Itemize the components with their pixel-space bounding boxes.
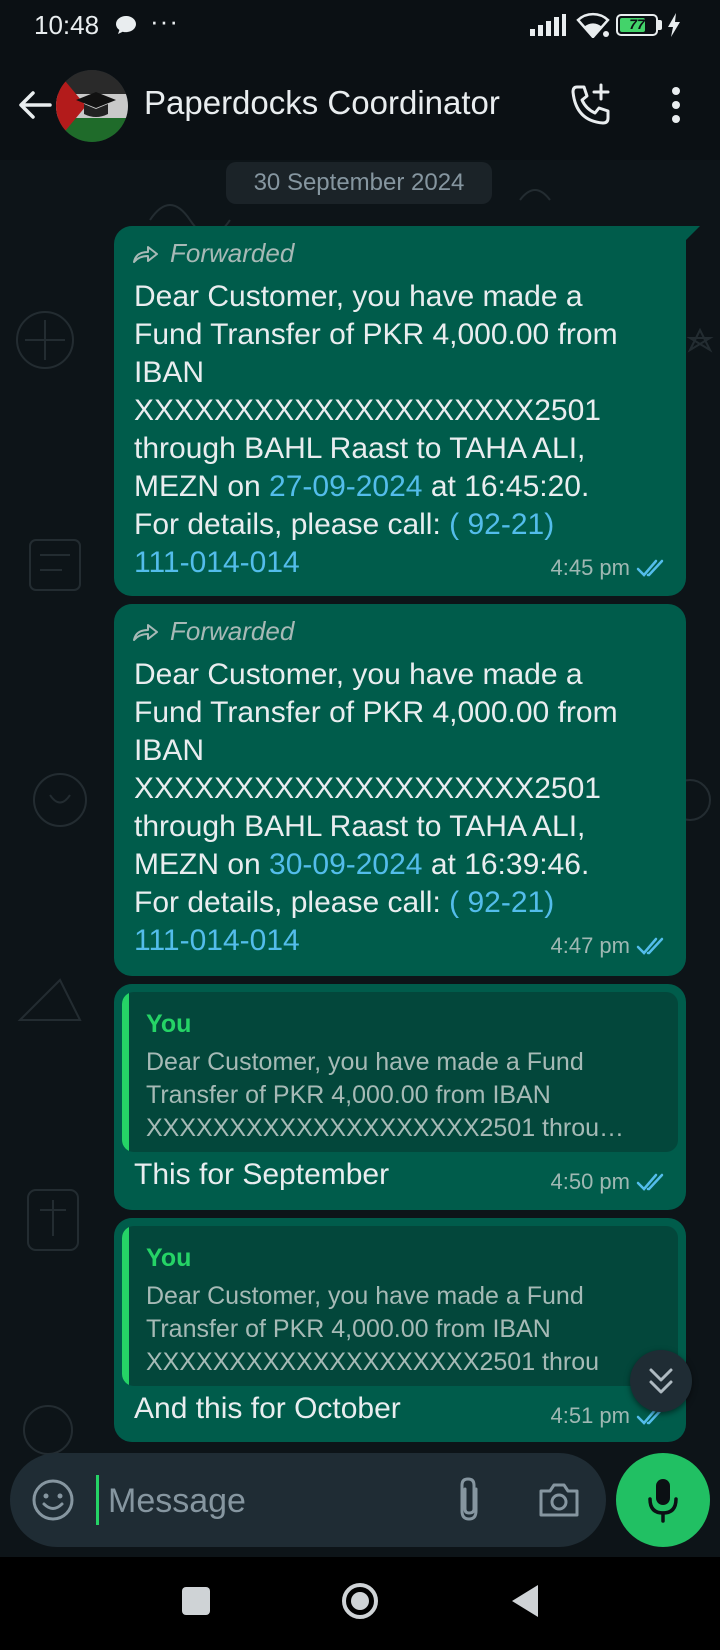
quote-accent-bar (122, 1226, 129, 1386)
recent-apps-button[interactable] (182, 1587, 210, 1615)
charging-icon (668, 13, 680, 37)
paperclip-icon[interactable] (450, 1475, 490, 1525)
status-bar: 10:48 ··· 77 (0, 0, 720, 52)
quote-text: Dear Customer, you have made a Fund Tran… (146, 1048, 625, 1142)
message-composer (10, 1453, 606, 1547)
message-input[interactable] (106, 1471, 430, 1531)
text-cursor (96, 1475, 99, 1525)
message-time: 4:50 pm (550, 1169, 631, 1194)
phone-link[interactable]: 111-014-014 (134, 924, 300, 957)
signal-icon (530, 14, 566, 36)
phone-link[interactable]: ( 92-21) (449, 886, 554, 919)
more-notifications-icon: ··· (150, 6, 179, 36)
read-ticks-icon (636, 937, 664, 955)
forwarded-label: Forwarded (132, 238, 294, 269)
scroll-to-bottom-button[interactable] (630, 1350, 692, 1412)
quote-author: You (146, 1244, 192, 1272)
back-button[interactable] (508, 1581, 542, 1621)
forwarded-label: Forwarded (132, 616, 294, 647)
camera-icon[interactable] (536, 1477, 582, 1523)
quote-text: Dear Customer, you have made a Fund Tran… (146, 1282, 600, 1376)
phone-link[interactable]: ( 92-21) (449, 508, 554, 541)
home-button[interactable] (340, 1581, 380, 1621)
message-bubble[interactable]: Forwarded Dear Customer, you have made a… (114, 604, 686, 976)
forwarded-icon (133, 624, 158, 641)
wifi-icon (576, 12, 610, 38)
read-ticks-icon (636, 1173, 664, 1191)
battery-level: 77 (629, 16, 645, 32)
message-text: Dear Customer, you have made a Fund Tran… (134, 280, 618, 579)
double-chevron-down-icon (649, 1368, 673, 1394)
system-navigation-bar (0, 1557, 720, 1650)
chat-area[interactable]: 30 September 2024 Forwarded Dear Custome… (0, 160, 720, 1560)
chat-notification-icon (116, 16, 136, 34)
date-chip: 30 September 2024 (226, 162, 492, 204)
message-time: 4:51 pm (550, 1403, 631, 1428)
message-text: Dear Customer, you have made a Fund Tran… (134, 658, 618, 957)
battery-icon: 77 (616, 14, 658, 36)
message-bubble[interactable]: You Dear Customer, you have made a Fund … (114, 1218, 686, 1442)
quote-author: You (146, 1010, 192, 1038)
bubble-tail (686, 226, 700, 240)
mic-icon (648, 1479, 678, 1523)
phone-link[interactable]: 111-014-014 (134, 546, 300, 579)
forwarded-icon (133, 246, 158, 263)
chat-header: Paperdocks Coordinator (0, 52, 720, 160)
battery-cap (658, 20, 662, 30)
emoji-icon[interactable] (30, 1477, 76, 1523)
back-arrow-icon[interactable] (14, 84, 56, 126)
quoted-message[interactable]: You Dear Customer, you have made a Fund … (122, 992, 678, 1152)
more-vertical-icon[interactable] (660, 82, 692, 128)
graduation-cap-icon (56, 70, 128, 142)
date-link[interactable]: 27-09-2024 (269, 470, 422, 503)
message-time: 4:47 pm (550, 933, 631, 958)
mic-button[interactable] (616, 1453, 710, 1547)
message-time: 4:45 pm (550, 555, 631, 580)
quoted-message[interactable]: You Dear Customer, you have made a Fund … (122, 1226, 678, 1386)
contact-name[interactable]: Paperdocks Coordinator (144, 84, 500, 122)
avatar[interactable] (56, 70, 128, 142)
status-time: 10:48 (34, 10, 100, 40)
message-bubble[interactable]: Forwarded Dear Customer, you have made a… (114, 226, 700, 596)
add-call-icon[interactable] (568, 82, 614, 128)
message-bubble[interactable]: You Dear Customer, you have made a Fund … (114, 984, 686, 1210)
date-link[interactable]: 30-09-2024 (269, 848, 422, 881)
read-ticks-icon (636, 559, 664, 577)
quote-accent-bar (122, 992, 129, 1152)
